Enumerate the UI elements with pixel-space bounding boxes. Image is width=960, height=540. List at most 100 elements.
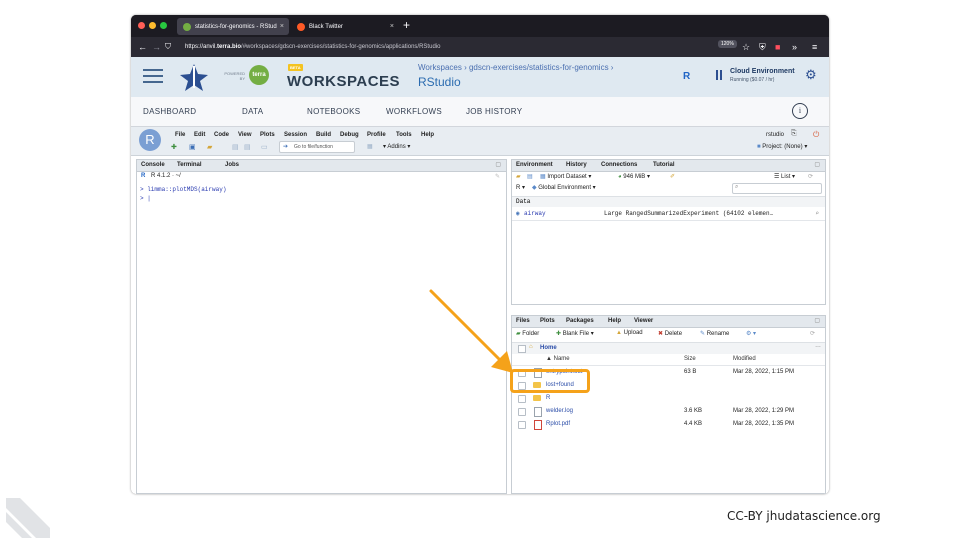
new-blank-file-button[interactable]: ✚ Blank File ▾ [556,330,594,337]
save-workspace-icon[interactable]: ▤ [527,173,533,180]
rename-button[interactable]: ✎ Rename [700,330,729,337]
url-field[interactable]: https://anvil.terra.bio/#workspaces/gdsc… [185,40,705,54]
maximize-window-icon[interactable] [160,22,167,29]
minimize-window-icon[interactable] [149,22,156,29]
menu-session[interactable]: Session [284,132,307,138]
sign-out-icon[interactable]: ⎘ [791,130,797,138]
tab-viewer[interactable]: Viewer [634,318,653,324]
menu-view[interactable]: View [238,132,252,138]
row-checkbox[interactable] [518,408,526,416]
tab-terminal[interactable]: Terminal [177,162,202,168]
home-link[interactable]: Home [540,345,557,351]
menu-build[interactable]: Build [316,132,331,138]
tab-history[interactable]: History [566,162,587,168]
refresh-files-icon[interactable]: ⟳ [810,330,815,337]
menu-code[interactable]: Code [214,132,229,138]
shield-icon[interactable]: ⛉ [165,40,171,54]
delete-button[interactable]: ✖ Delete [658,330,682,337]
column-size[interactable]: Size [684,356,696,362]
menu-file[interactable]: File [175,132,185,138]
go-to-file-function-input[interactable]: ➔ Go to file/function [279,141,355,153]
tab-dashboard[interactable]: DASHBOARD [143,107,196,116]
menu-help[interactable]: Help [421,132,434,138]
maximize-pane-icon[interactable]: ▢ [495,161,501,168]
back-arrow-icon[interactable]: ← [138,40,147,54]
new-tab-button[interactable]: + [403,18,410,32]
tab-connections[interactable]: Connections [601,162,637,168]
gear-icon[interactable]: ⚙ [805,67,817,83]
menu-debug[interactable]: Debug [340,132,359,138]
refresh-icon[interactable]: ⟳ [808,173,813,180]
environment-variable-row[interactable]: ◉ airway Large RangedSummarizedExperimen… [512,208,825,221]
more-gear-icon[interactable]: ⚙ ▾ [746,330,756,337]
close-tab-icon[interactable]: × [390,23,394,30]
upload-button[interactable]: ▲ Upload [616,330,643,336]
file-row-r[interactable]: R [512,392,825,405]
tab-workflows[interactable]: WORKFLOWS [386,107,442,116]
hamburger-menu-icon[interactable] [143,68,163,84]
global-environment-dropdown[interactable]: ◆ Global Environment ▾ [532,184,596,191]
tab-help[interactable]: Help [608,318,621,324]
menu-edit[interactable]: Edit [194,132,205,138]
close-window-icon[interactable] [138,22,145,29]
tab-notebooks[interactable]: NOTEBOOKS [307,107,360,116]
menu-plots[interactable]: Plots [260,132,275,138]
tab-jobs[interactable]: Jobs [225,162,239,168]
forward-arrow-icon[interactable]: → [152,40,161,54]
column-modified[interactable]: Modified [733,356,756,362]
grid-icon[interactable]: ▦ [367,143,373,150]
environment-search-input[interactable]: ⌕ [732,183,822,194]
view-object-icon[interactable]: ⌕ [815,208,819,220]
row-checkbox[interactable] [518,395,526,403]
clear-console-icon[interactable]: ✎ [495,173,500,180]
tab-environment[interactable]: Environment [516,162,553,168]
tab-data[interactable]: DATA [242,107,263,116]
file-row-welder-log[interactable]: welder.log 3.6 KB Mar 28, 2022, 1:29 PM [512,405,825,418]
import-dataset-button[interactable]: ▦ Import Dataset ▾ [540,173,591,180]
print-icon[interactable]: ▭ [261,143,268,151]
menu-tools[interactable]: Tools [396,132,412,138]
console-output[interactable]: > limma::plotMDS(airway) > | [140,185,226,203]
maximize-pane-icon[interactable]: ▢ [814,317,820,324]
file-row-rplot-pdf[interactable]: Rplot.pdf 4.4 KB Mar 28, 2022, 1:35 PM [512,418,825,431]
maximize-pane-icon[interactable]: ▢ [814,161,820,168]
load-workspace-icon[interactable]: ▰ [516,173,521,180]
more-path-icon[interactable]: … [815,343,821,349]
save-icon[interactable]: ▤ [232,143,239,151]
tab-job-history[interactable]: JOB HISTORY [466,107,522,116]
expand-object-icon[interactable]: ◉ [516,208,520,220]
close-tab-icon[interactable]: × [280,23,284,30]
info-icon[interactable]: i [792,103,808,119]
bookmark-star-icon[interactable]: ☆ [742,40,750,54]
tab-packages[interactable]: Packages [566,318,594,324]
pocket-icon[interactable]: ⛨ [759,40,766,54]
overflow-chevron-icon[interactable]: » [792,40,797,54]
browser-tab-black-twitter[interactable]: Black Twitter × [291,18,399,35]
pause-icon[interactable] [720,70,722,80]
tab-plots[interactable]: Plots [540,318,555,324]
project-menu[interactable]: ■ Project: (None) ▾ [757,143,807,150]
new-file-icon[interactable]: ✚ [171,143,177,151]
file-name[interactable]: welder.log [546,408,573,414]
file-name[interactable]: Rplot.pdf [546,421,570,427]
broom-icon[interactable]: ✐ [670,173,675,180]
workspaces-title[interactable]: WORKSPACES [287,73,400,90]
memory-usage[interactable]: ◕ 946 MiB ▾ [618,173,650,180]
zoom-level-badge[interactable]: 120% [718,40,737,48]
breadcrumb[interactable]: Workspaces › gdscn-exercises/statistics-… [418,63,613,72]
column-name[interactable]: ▲ Name [546,356,570,362]
browser-tab-rstudio[interactable]: statistics-for-genomics - RStud × [177,18,289,35]
list-view-dropdown[interactable]: ☰ List ▾ [774,173,795,180]
open-file-icon[interactable]: ▰ [207,143,212,151]
row-checkbox[interactable] [518,421,526,429]
save-all-icon[interactable]: ▤ [244,143,251,151]
browser-menu-icon[interactable]: ≡ [812,40,817,54]
menu-profile[interactable]: Profile [367,132,386,138]
r-language-dropdown[interactable]: R ▾ [516,184,525,191]
addins-dropdown[interactable]: ▾ Addins ▾ [383,143,410,150]
tab-tutorial[interactable]: Tutorial [653,162,675,168]
power-icon[interactable]: ⏻ [813,130,819,140]
tab-console[interactable]: Console [141,162,165,168]
extension-icon[interactable]: ■ [775,40,780,54]
folder-name[interactable]: R [546,395,550,401]
